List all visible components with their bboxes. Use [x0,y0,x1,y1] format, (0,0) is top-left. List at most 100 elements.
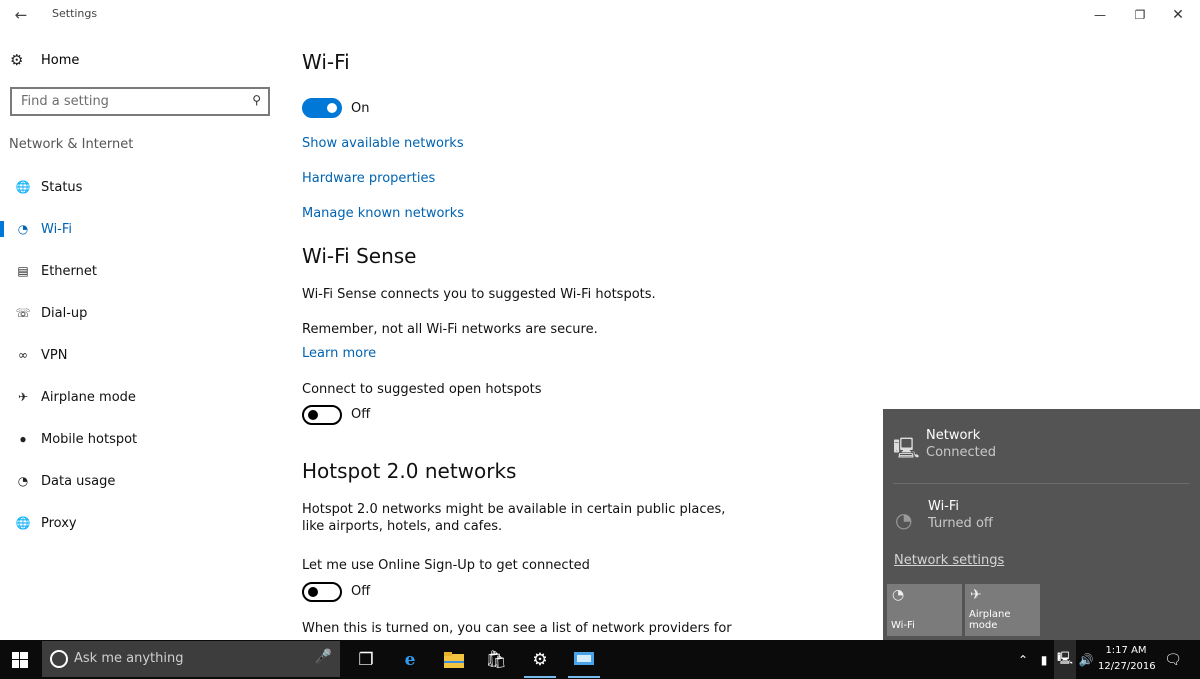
flyout-wifi-item[interactable]: ◔ Wi-Fi Turned off [883,491,1200,541]
sidebar-item-label: Data usage [41,473,116,489]
sidebar-item-label: Dial-up [41,305,88,321]
action-center-icon[interactable]: 🗨 [1160,640,1186,679]
network-app-icon[interactable] [562,640,606,679]
flyout-network-item[interactable]: 🖳 Network Connected [883,409,1200,479]
data-usage-icon: ◔ [17,474,29,488]
sidebar-home[interactable]: ⚙ Home [10,48,79,72]
airplane-icon: ✈ [17,390,29,404]
network-settings-link[interactable]: Network settings [894,553,1004,568]
store-icon[interactable]: 🛍 [474,640,518,679]
network-tray-icon[interactable]: 🖳 [1054,640,1076,679]
online-signup-toggle[interactable] [302,582,342,602]
tile-label: Airplane mode [969,609,1011,631]
toggle-knob [308,410,318,420]
open-app-underline [568,676,600,678]
wifi-status: Turned off [928,516,993,531]
manage-known-networks-link[interactable]: Manage known networks [302,206,464,221]
sidebar-item-dialup[interactable]: ☏ Dial-up [0,296,280,330]
search-icon[interactable]: ⚲ [252,93,261,107]
sidebar-item-status[interactable]: 🌐 Status [0,170,280,204]
microphone-icon[interactable]: 🎤 [315,649,332,665]
back-arrow-icon[interactable]: ← [6,2,36,28]
battery-icon[interactable]: ▮ [1034,640,1054,679]
gear-icon: ⚙ [10,51,24,69]
taskbar: Ask me anything 🎤 ❐ e 🛍 ⚙ ⌃ ▮ 🖳 🔊 1:17 A… [0,640,1200,679]
toggle-knob [308,587,318,597]
taskbar-clock[interactable]: 1:17 AM 12/27/2016 [1098,643,1156,675]
online-signup-toggle-state: Off [351,584,371,599]
network-providers-text: When this is turned on, you can see a li… [302,621,732,636]
cortana-icon [50,650,68,668]
wifi-toggle-state: On [351,101,370,116]
volume-icon[interactable]: 🔊 [1076,640,1096,679]
folder-shape [444,651,464,668]
sidebar-item-label: Status [41,179,83,195]
learn-more-link[interactable]: Learn more [302,346,376,361]
sidebar-item-label: Wi-Fi [41,221,73,237]
section-heading: Network & Internet [9,137,134,152]
sidebar-item-wifi[interactable]: ◔ Wi-Fi [0,212,280,246]
windows-logo-icon [12,651,28,668]
edge-browser-icon[interactable]: e [388,640,432,679]
close-button[interactable]: ✕ [1155,0,1200,30]
sidebar-item-vpn[interactable]: ∞ VPN [0,338,280,372]
find-setting-search[interactable]: ⚲ [10,87,270,116]
hotspot20-description-line2: like airports, hotels, and cafes. [302,519,503,534]
sidebar-item-label: Proxy [41,515,77,531]
active-indicator [0,221,4,237]
wifi-off-icon: ◔ [895,508,913,532]
wifi-quick-action-tile[interactable]: ◔ Wi-Fi [887,584,962,636]
page-title: Wi-Fi [302,50,350,74]
hotspot20-description-line1: Hotspot 2.0 networks might be available … [302,502,726,517]
network-name: Network [926,428,981,443]
sidebar-item-mobile-hotspot[interactable]: ⦁ Mobile hotspot [0,422,280,456]
suggested-hotspots-label: Connect to suggested open hotspots [302,382,542,397]
wifi-sense-heading: Wi-Fi Sense [302,244,417,268]
window-title: Settings [52,7,98,20]
wifi-toggle[interactable] [302,98,342,118]
sidebar-item-ethernet[interactable]: ▤ Ethernet [0,254,280,288]
sidebar-item-label: Ethernet [41,263,97,279]
show-hidden-icons-chevron-icon[interactable]: ⌃ [1014,640,1032,679]
cortana-search-box[interactable]: Ask me anything 🎤 [42,641,340,677]
task-view-icon[interactable]: ❐ [344,640,388,679]
start-button[interactable] [0,640,40,679]
network-flyout: 🖳 Network Connected ◔ Wi-Fi Turned off N… [883,409,1200,640]
online-signup-label: Let me use Online Sign-Up to get connect… [302,558,590,573]
monitor-shape [574,651,594,665]
sidebar-item-label: VPN [41,347,68,363]
sidebar-item-data-usage[interactable]: ◔ Data usage [0,464,280,498]
vpn-icon: ∞ [18,348,28,362]
clock-date: 12/27/2016 [1098,661,1156,672]
file-explorer-icon[interactable] [432,640,476,679]
sidebar-item-label: Mobile hotspot [41,431,138,447]
sidebar-item-airplane-mode[interactable]: ✈ Airplane mode [0,380,280,414]
sidebar-item-label: Airplane mode [41,389,136,405]
dialup-icon: ☏ [15,306,31,320]
active-app-underline [524,676,556,678]
ethernet-icon: ▤ [17,264,29,278]
show-available-networks-link[interactable]: Show available networks [302,136,464,151]
airplane-icon: ✈ [970,587,982,603]
suggested-hotspots-toggle-state: Off [351,407,371,422]
title-bar: ← Settings — ❐ ✕ [0,0,1200,30]
airplane-mode-quick-action-tile[interactable]: ✈ Airplane mode [965,584,1040,636]
suggested-hotspots-toggle[interactable] [302,405,342,425]
hotspot-icon: ⦁ [19,431,26,446]
globe-icon: 🌐 [15,180,31,194]
wifi-name: Wi-Fi [928,499,960,514]
sidebar-item-proxy[interactable]: 🌐 Proxy [0,506,280,540]
wifi-sense-description: Wi-Fi Sense connects you to suggested Wi… [302,287,656,302]
hardware-properties-link[interactable]: Hardware properties [302,171,435,186]
tile-label: Wi-Fi [891,620,915,631]
find-setting-input[interactable] [12,89,242,114]
wifi-icon: ◔ [17,222,29,236]
wired-network-icon: 🖳 [893,436,920,460]
toggle-knob [327,103,337,113]
cortana-placeholder: Ask me anything [74,651,184,666]
clock-time: 1:17 AM [1105,645,1147,656]
wifi-icon: ◔ [892,587,905,603]
settings-gear-icon[interactable]: ⚙ [518,640,562,679]
home-label: Home [41,52,80,68]
wifi-sense-warning: Remember, not all Wi-Fi networks are sec… [302,322,598,337]
